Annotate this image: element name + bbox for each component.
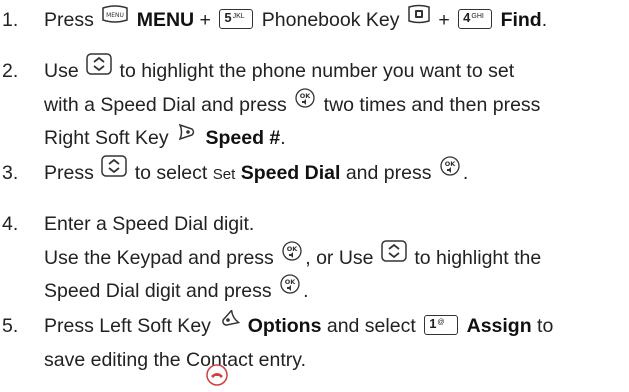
ok-key-icon: OK: [439, 155, 461, 189]
key-digit: 5: [224, 9, 232, 25]
ok-key-icon: OK: [279, 273, 301, 307]
step-text: Press MENU MENU + 5JKL Phonebook Key + 4…: [44, 4, 629, 38]
period: .: [303, 280, 309, 303]
step-word: Press: [44, 162, 94, 184]
step-line: and press: [345, 162, 432, 184]
step-line: save editing the: [44, 348, 181, 371]
phonebook-key-label: Phonebook Key: [261, 9, 400, 31]
set-label: Set: [212, 166, 236, 183]
step-number: 1.: [2, 9, 19, 31]
key-1-icon: 1@: [424, 314, 459, 335]
ok-key-icon: OK: [294, 87, 316, 121]
step-line: to: [537, 315, 554, 337]
key-letters: GHI: [471, 12, 484, 20]
step-word: Use: [44, 60, 79, 82]
step-number: 5.: [2, 315, 19, 337]
period: .: [462, 162, 469, 184]
assign-label: Assign: [466, 315, 532, 337]
plus-sign: +: [438, 9, 450, 31]
key-letters: JKL: [232, 12, 245, 20]
navigation-key-icon: [101, 155, 128, 189]
menu-key-icon: MENU: [101, 2, 129, 36]
svg-text:OK: OK: [285, 278, 297, 286]
step-line: with a Speed Dial and press: [44, 93, 287, 116]
step-line: Enter a Speed Dial digit.: [44, 213, 255, 235]
phonebook-key-icon: [407, 2, 431, 36]
svg-text:OK: OK: [445, 160, 457, 168]
key-digit: 4: [463, 9, 471, 25]
step-text: Press to select Set Speed Dial and press…: [44, 155, 629, 192]
ok-key-icon: OK: [281, 240, 303, 274]
navigation-key-icon: [381, 239, 407, 274]
period: .: [300, 348, 306, 371]
find-label: Find: [500, 9, 542, 31]
svg-text:OK: OK: [300, 92, 312, 100]
step-line: two times and then press: [323, 93, 541, 116]
svg-text:MENU: MENU: [106, 12, 124, 19]
key-digit: 1: [429, 315, 437, 331]
left-soft-key-icon: [218, 308, 241, 342]
plus-sign: +: [199, 9, 211, 31]
speed-label: Speed #: [205, 127, 281, 150]
period: .: [541, 9, 548, 31]
step-line: and select: [326, 315, 416, 337]
key-4-icon: 4GHI: [458, 8, 493, 29]
key-letters: @: [437, 318, 445, 326]
step-line: Contact entry: [186, 348, 301, 371]
period: .: [280, 127, 286, 150]
step-line: Press Left Soft Key: [44, 315, 211, 337]
key-5-icon: 5JKL: [219, 8, 254, 29]
step-line: Speed Dial digit and press: [44, 280, 272, 303]
menu-label: MENU: [136, 9, 195, 31]
step-number: 2.: [2, 60, 19, 82]
step-text: Enter a Speed Dial digit. Use the Keypad…: [44, 208, 629, 309]
step-line: Right Soft Key: [44, 127, 169, 150]
step-text: Use to highlight the phone number you wa…: [44, 53, 629, 156]
step-word: Press: [44, 9, 94, 31]
step-line: to select: [134, 162, 208, 184]
step-line: to highlight the phone number you want t…: [119, 60, 515, 82]
step-number: 4.: [2, 213, 19, 235]
step-line: to highlight the: [414, 246, 542, 269]
step-text: Press Left Soft Key Options and select 1…: [44, 308, 629, 377]
navigation-key-icon: [86, 53, 112, 87]
step-line: Use the Keypad and press: [44, 246, 274, 269]
options-label: Options: [247, 315, 322, 337]
speed-dial-label: Speed Dial: [240, 162, 341, 184]
step-number: 3.: [2, 162, 19, 184]
end-key-icon: [205, 363, 229, 392]
right-soft-key-icon: [176, 120, 198, 154]
step-line: , or Use: [305, 246, 374, 269]
svg-text:OK: OK: [287, 245, 299, 253]
